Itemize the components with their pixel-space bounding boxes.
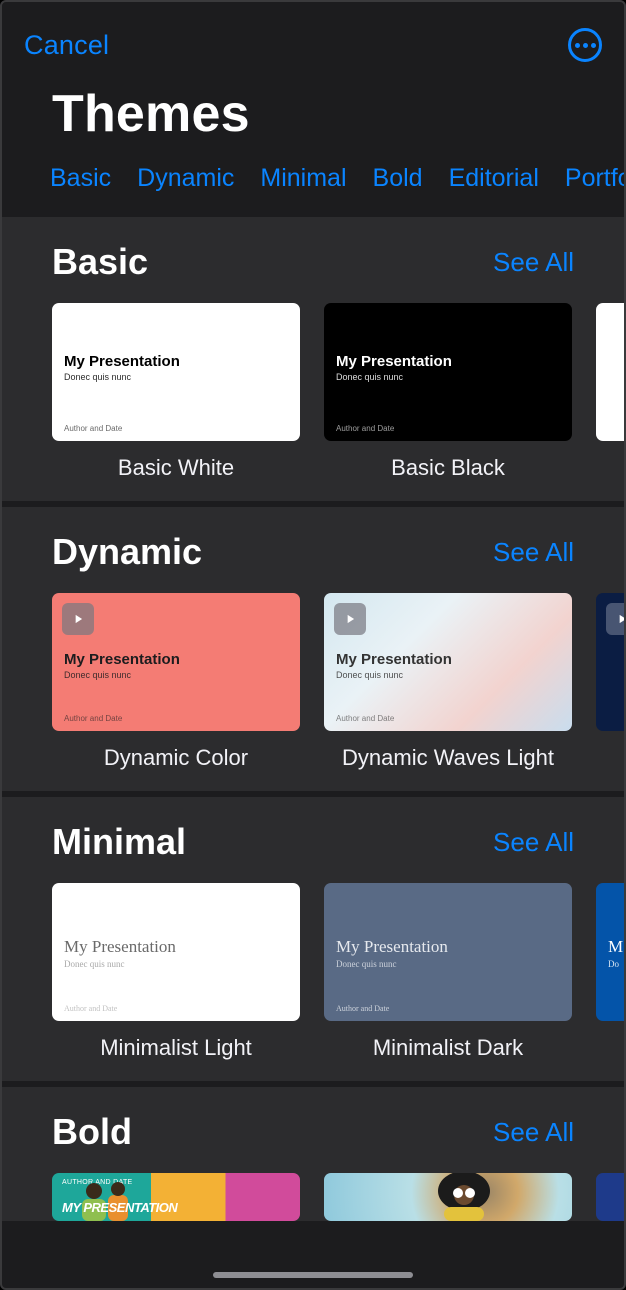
cancel-button[interactable]: Cancel (24, 30, 109, 61)
category-minimal[interactable]: Minimal (260, 164, 346, 193)
section-dynamic: Dynamic See All My Presentation Donec qu… (2, 507, 624, 791)
theme-label: Dynamic Color (52, 745, 300, 771)
theme-minimalist-dark[interactable]: My Presentation Donec quis nunc Author a… (324, 883, 572, 1061)
section-title-dynamic: Dynamic (52, 531, 202, 573)
thumb-subtitle: Donec quis nunc (64, 670, 180, 680)
more-button[interactable] (568, 28, 602, 62)
theme-thumbnail (596, 1173, 624, 1221)
thumb-title: My Presentation (64, 937, 176, 957)
section-title-minimal: Minimal (52, 821, 186, 863)
section-basic: Basic See All My Presentation Donec quis… (2, 217, 624, 501)
theme-basic-white[interactable]: My Presentation Donec quis nunc Author a… (52, 303, 300, 481)
play-icon (62, 603, 94, 635)
theme-bold-2[interactable] (324, 1173, 572, 1221)
section-title-basic: Basic (52, 241, 148, 283)
theme-label: Minimalist Light (52, 1035, 300, 1061)
play-icon (606, 603, 624, 635)
see-all-bold[interactable]: See All (493, 1117, 574, 1148)
category-bar: Basic Dynamic Minimal Bold Editorial Por… (2, 158, 624, 211)
thumb-footer: Author and Date (64, 1004, 117, 1013)
theme-basic-black[interactable]: My Presentation Donec quis nunc Author a… (324, 303, 572, 481)
theme-basic-peek[interactable] (596, 303, 624, 481)
theme-thumbnail (596, 303, 624, 441)
thumb-footer: Author and Date (336, 1004, 389, 1013)
see-all-dynamic[interactable]: See All (493, 537, 574, 568)
theme-thumbnail (324, 1173, 572, 1221)
category-bold[interactable]: Bold (373, 164, 423, 193)
thumb-title: My Presentation (336, 651, 452, 668)
theme-thumbnail: My Presentation Donec quis nunc Author a… (52, 883, 300, 1021)
section-minimal: Minimal See All My Presentation Donec qu… (2, 797, 624, 1081)
thumb-footer: Author and Date (64, 424, 122, 433)
home-indicator[interactable] (213, 1272, 413, 1278)
theme-bold-1[interactable]: AUTHOR AND DATE (52, 1173, 300, 1221)
thumb-title: My Presentation (64, 353, 180, 370)
thumb-title: My Presentation (64, 651, 180, 668)
theme-thumbnail: AUTHOR AND DATE (52, 1173, 300, 1221)
theme-thumbnail: My Presentation Donec quis nunc Author a… (324, 593, 572, 731)
thumb-subtitle: Donec quis nunc (336, 372, 452, 382)
theme-thumbnail: My Presentation Donec quis nunc Author a… (324, 303, 572, 441)
theme-dynamic-color[interactable]: My Presentation Donec quis nunc Author a… (52, 593, 300, 771)
category-editorial[interactable]: Editorial (449, 164, 539, 193)
thumb-footer: Author and Date (336, 424, 394, 433)
thumb-footer: Author and Date (64, 714, 122, 723)
play-icon (334, 603, 366, 635)
see-all-basic[interactable]: See All (493, 247, 574, 278)
category-portfolio[interactable]: Portfolio (565, 164, 624, 193)
theme-label: Minimalist Dark (324, 1035, 572, 1061)
theme-dynamic-peek[interactable] (596, 593, 624, 771)
thumb-title: My Presentation (336, 353, 452, 370)
thumb-subtitle: Donec quis nunc (336, 670, 452, 680)
thumb-subtitle: Donec quis nunc (64, 959, 176, 969)
theme-thumbnail: My Presentation Donec quis nunc Author a… (52, 303, 300, 441)
section-bold: Bold See All AUTHOR AND DATE (2, 1087, 624, 1221)
category-dynamic[interactable]: Dynamic (137, 164, 234, 193)
thumb-subtitle: Donec quis nunc (336, 959, 448, 969)
theme-thumbnail (596, 593, 624, 731)
theme-thumbnail: M Do (596, 883, 624, 1021)
theme-minimal-peek[interactable]: M Do (596, 883, 624, 1061)
page-title: Themes (2, 78, 624, 158)
theme-label: Dynamic Waves Light (324, 745, 572, 771)
theme-thumbnail: My Presentation Donec quis nunc Author a… (52, 593, 300, 731)
section-title-bold: Bold (52, 1111, 132, 1153)
thumb-subtitle: Donec quis nunc (64, 372, 180, 382)
category-basic[interactable]: Basic (50, 164, 111, 193)
thumb-title: My Presentation (336, 937, 448, 957)
theme-thumbnail: My Presentation Donec quis nunc Author a… (324, 883, 572, 1021)
theme-label: Basic Black (324, 455, 572, 481)
theme-dynamic-waves-light[interactable]: My Presentation Donec quis nunc Author a… (324, 593, 572, 771)
theme-bold-peek[interactable] (596, 1173, 624, 1221)
ellipsis-icon (575, 43, 596, 48)
theme-label: Basic White (52, 455, 300, 481)
theme-minimalist-light[interactable]: My Presentation Donec quis nunc Author a… (52, 883, 300, 1061)
thumb-footer: Author and Date (336, 714, 394, 723)
see-all-minimal[interactable]: See All (493, 827, 574, 858)
